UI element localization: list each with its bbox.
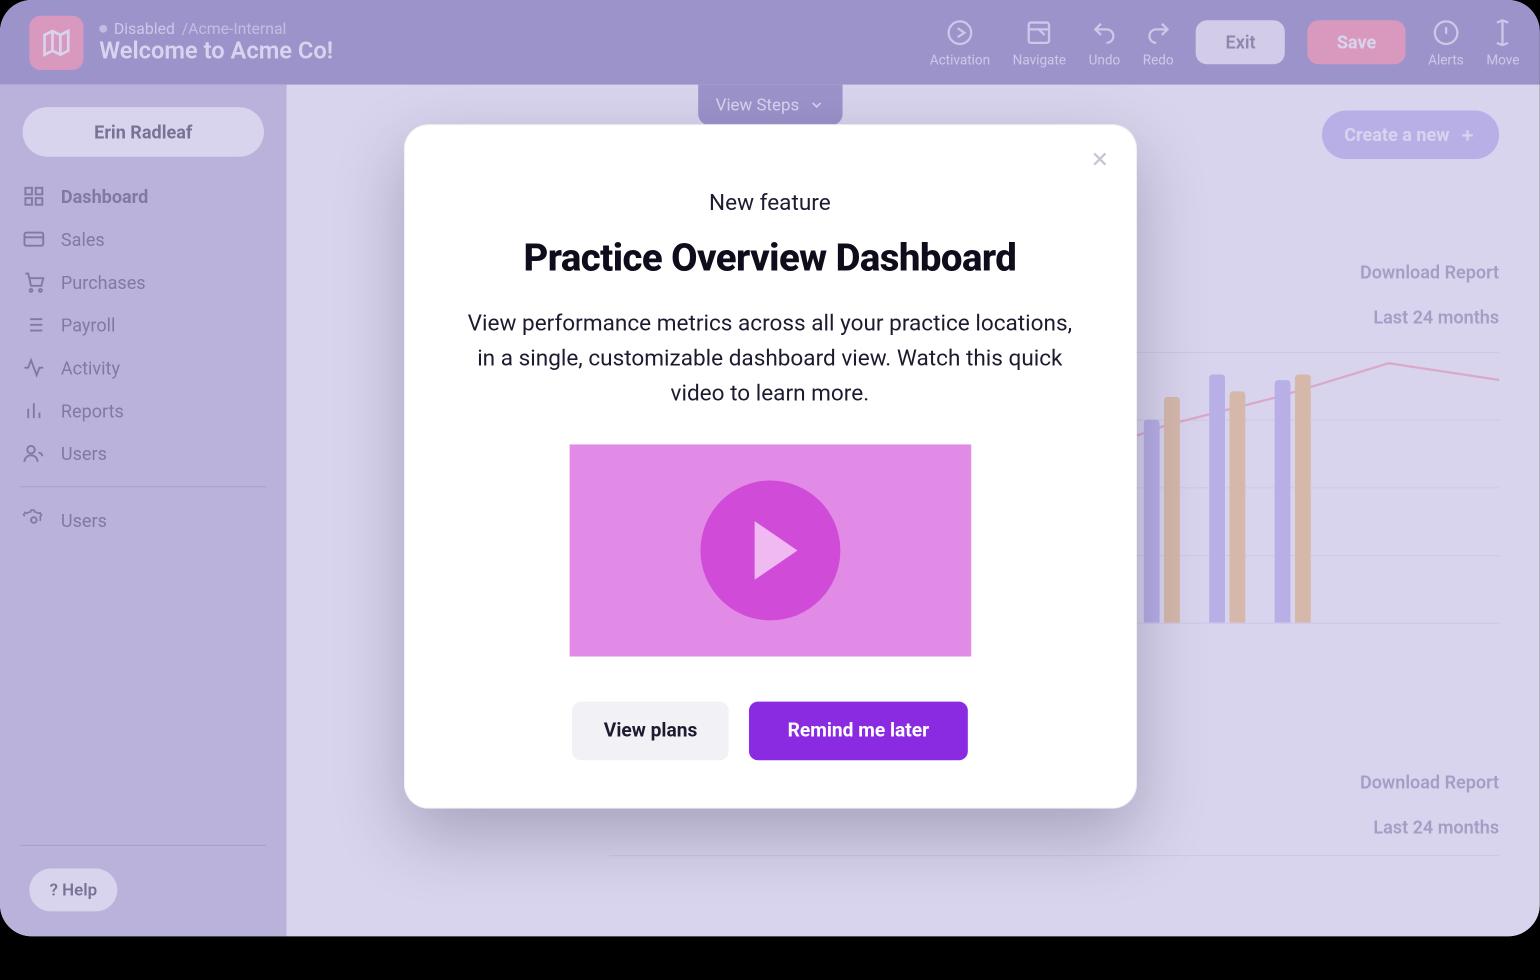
users-icon <box>23 442 46 465</box>
sidebar-item-settings[interactable]: Users <box>16 499 271 542</box>
gear-icon <box>23 509 46 532</box>
sidebar-item-activity[interactable]: Activity <box>16 346 271 389</box>
new-feature-modal: New feature Practice Overview Dashboard … <box>403 124 1136 809</box>
download-report-link[interactable]: Download Report <box>1360 772 1499 793</box>
close-icon <box>1088 148 1111 171</box>
divider <box>20 845 266 846</box>
modal-title: Practice Overview Dashboard <box>461 236 1079 281</box>
redo-icon <box>1145 19 1172 46</box>
chevron-down-icon <box>808 97 824 113</box>
sidebar-item-label: Users <box>61 443 107 464</box>
redo-button[interactable]: Redo <box>1143 17 1174 67</box>
play-icon <box>754 521 797 580</box>
divider <box>20 486 266 487</box>
alerts-button[interactable]: Alerts <box>1428 17 1464 67</box>
download-report-link[interactable]: Download Report <box>1360 262 1499 283</box>
remind-later-button[interactable]: Remind me later <box>749 702 967 761</box>
sidebar-item-dashboard[interactable]: Dashboard <box>16 175 271 218</box>
sidebar-item-label: Payroll <box>61 314 116 335</box>
user-menu[interactable]: Erin Radleaf <box>23 107 264 157</box>
header-title-area: Disabled /Acme-Internal Welcome to Acme … <box>99 20 333 65</box>
sidebar-item-label: Activity <box>61 357 120 378</box>
play-button[interactable] <box>700 481 840 621</box>
exit-button[interactable]: Exit <box>1196 20 1285 64</box>
timerange-label[interactable]: Last 24 months <box>1373 817 1499 838</box>
arrow-circle-icon <box>946 19 973 46</box>
sidebar: Erin Radleaf Dashboard Sales Purchases P… <box>0 85 287 937</box>
plus-icon <box>1459 126 1477 144</box>
app-window: Disabled /Acme-Internal Welcome to Acme … <box>0 0 1540 936</box>
sidebar-item-payroll[interactable]: Payroll <box>16 303 271 346</box>
move-icon <box>1489 19 1516 46</box>
activation-button[interactable]: Activation <box>930 17 990 67</box>
map-icon <box>41 27 73 59</box>
modal-kicker: New feature <box>461 188 1079 215</box>
sidebar-item-label: Sales <box>61 228 105 249</box>
sidebar-item-label: Users <box>61 509 107 530</box>
layout-icon <box>1026 19 1053 46</box>
sidebar-item-sales[interactable]: Sales <box>16 218 271 261</box>
close-button[interactable] <box>1088 148 1111 177</box>
video-thumbnail[interactable] <box>569 444 971 656</box>
undo-icon <box>1091 19 1118 46</box>
save-button[interactable]: Save <box>1307 20 1405 64</box>
move-button[interactable]: Move <box>1486 17 1519 67</box>
navigate-button[interactable]: Navigate <box>1013 17 1066 67</box>
sidebar-item-users[interactable]: Users <box>16 432 271 475</box>
app-logo[interactable] <box>29 15 83 69</box>
page-title: Welcome to Acme Co! <box>99 38 333 65</box>
view-plans-button[interactable]: View plans <box>572 702 729 761</box>
topbar: Disabled /Acme-Internal Welcome to Acme … <box>0 0 1540 85</box>
bar-chart-icon <box>23 399 46 422</box>
breadcrumb[interactable]: /Acme-Internal <box>182 20 287 38</box>
sidebar-item-reports[interactable]: Reports <box>16 389 271 432</box>
alert-icon <box>1432 19 1459 46</box>
card-icon <box>23 228 46 251</box>
view-steps-dropdown[interactable]: View Steps <box>698 85 842 126</box>
modal-body: View performance metrics across all your… <box>461 306 1079 411</box>
status-dot-icon <box>99 25 107 33</box>
dashboard-icon <box>23 185 46 208</box>
list-icon <box>23 314 46 337</box>
cart-icon <box>23 271 46 294</box>
sidebar-item-label: Dashboard <box>61 186 148 207</box>
undo-button[interactable]: Undo <box>1089 17 1121 67</box>
sidebar-item-label: Purchases <box>61 271 146 292</box>
create-new-button[interactable]: Create a new <box>1322 111 1499 160</box>
sidebar-item-label: Reports <box>61 400 124 421</box>
help-button[interactable]: ? Help <box>29 869 117 912</box>
divider <box>609 855 1499 856</box>
status-label: Disabled <box>114 20 175 38</box>
sidebar-item-purchases[interactable]: Purchases <box>16 261 271 304</box>
activity-icon <box>23 356 46 379</box>
timerange-label[interactable]: Last 24 months <box>1373 307 1499 328</box>
